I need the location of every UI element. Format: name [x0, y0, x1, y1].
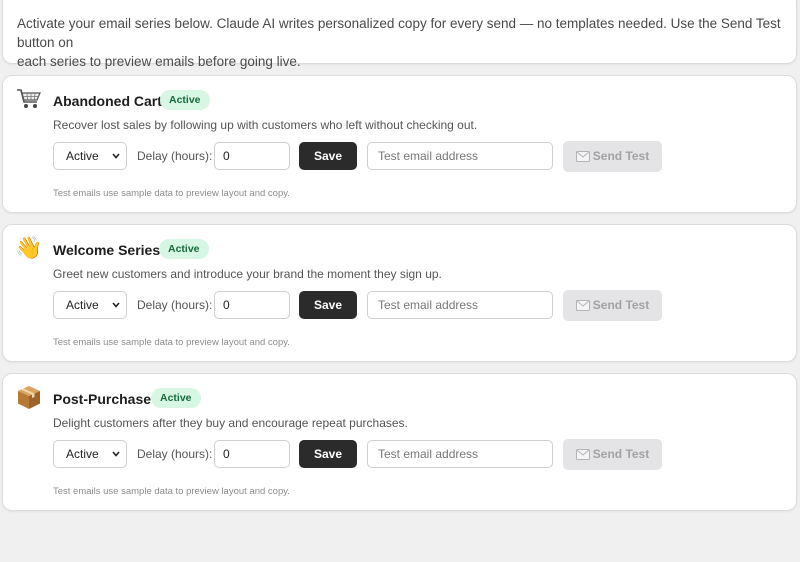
series-card-post-purchase: Post-Purchase Active Delight customers a…	[2, 373, 797, 511]
status-select-value: Active	[66, 149, 99, 163]
status-badge: Active	[159, 239, 209, 259]
package-icon	[15, 383, 43, 411]
send-test-button[interactable]: Send Test	[563, 290, 662, 321]
delay-label: Delay (hours):	[137, 149, 213, 163]
chevron-down-icon	[111, 143, 121, 178]
intro-text-line-1: Activate your email series below. Claude…	[17, 16, 781, 50]
intro-banner: Activate your email series below. Claude…	[2, 0, 797, 69]
chevron-down-icon	[111, 441, 121, 476]
delay-hours-input[interactable]: 0	[214, 291, 290, 319]
series-title: Post-Purchase	[53, 391, 152, 407]
save-button[interactable]: Save	[299, 440, 357, 468]
test-email-note: Test emails use sample data to preview l…	[53, 337, 290, 348]
delay-label: Delay (hours):	[137, 298, 213, 312]
chevron-down-icon	[111, 292, 121, 327]
status-select[interactable]: Active	[53, 440, 127, 468]
delay-label: Delay (hours):	[137, 447, 213, 461]
series-description: Delight customers after they buy and enc…	[53, 416, 408, 430]
delay-hours-input[interactable]: 0	[214, 142, 290, 170]
status-select[interactable]: Active	[53, 291, 127, 319]
status-select[interactable]: Active	[53, 142, 127, 170]
status-select-value: Active	[66, 298, 99, 312]
envelope-icon	[575, 292, 590, 323]
series-card-abandoned-cart: Abandoned Cart Active Recover lost sales…	[2, 75, 797, 213]
send-test-label: Send Test	[592, 149, 650, 163]
test-email-input[interactable]: Test email address	[367, 440, 553, 468]
send-test-label: Send Test	[592, 298, 650, 312]
delay-hours-input[interactable]: 0	[214, 440, 290, 468]
intro-text-line-2: each series to preview emails before goi…	[17, 54, 301, 69]
save-button[interactable]: Save	[299, 142, 357, 170]
send-test-label: Send Test	[592, 447, 650, 461]
shopping-cart-icon	[15, 85, 43, 113]
test-email-note: Test emails use sample data to preview l…	[53, 188, 290, 199]
series-description: Greet new customers and introduce your b…	[53, 267, 442, 281]
series-card-welcome-series: 👋 Welcome Series Active Greet new custom…	[2, 224, 797, 362]
save-button[interactable]: Save	[299, 291, 357, 319]
envelope-icon	[575, 441, 590, 472]
test-email-input[interactable]: Test email address	[367, 142, 553, 170]
test-email-input[interactable]: Test email address	[367, 291, 553, 319]
test-email-note: Test emails use sample data to preview l…	[53, 486, 290, 497]
status-badge: Active	[160, 90, 210, 110]
send-test-button[interactable]: Send Test	[563, 141, 662, 172]
status-badge: Active	[151, 388, 201, 408]
waving-hand-icon: 👋	[15, 235, 43, 260]
series-title: Abandoned Cart	[53, 93, 162, 109]
series-title: Welcome Series	[53, 242, 161, 258]
envelope-icon	[575, 143, 590, 174]
status-select-value: Active	[66, 447, 99, 461]
series-description: Recover lost sales by following up with …	[53, 118, 478, 132]
send-test-button[interactable]: Send Test	[563, 439, 662, 470]
